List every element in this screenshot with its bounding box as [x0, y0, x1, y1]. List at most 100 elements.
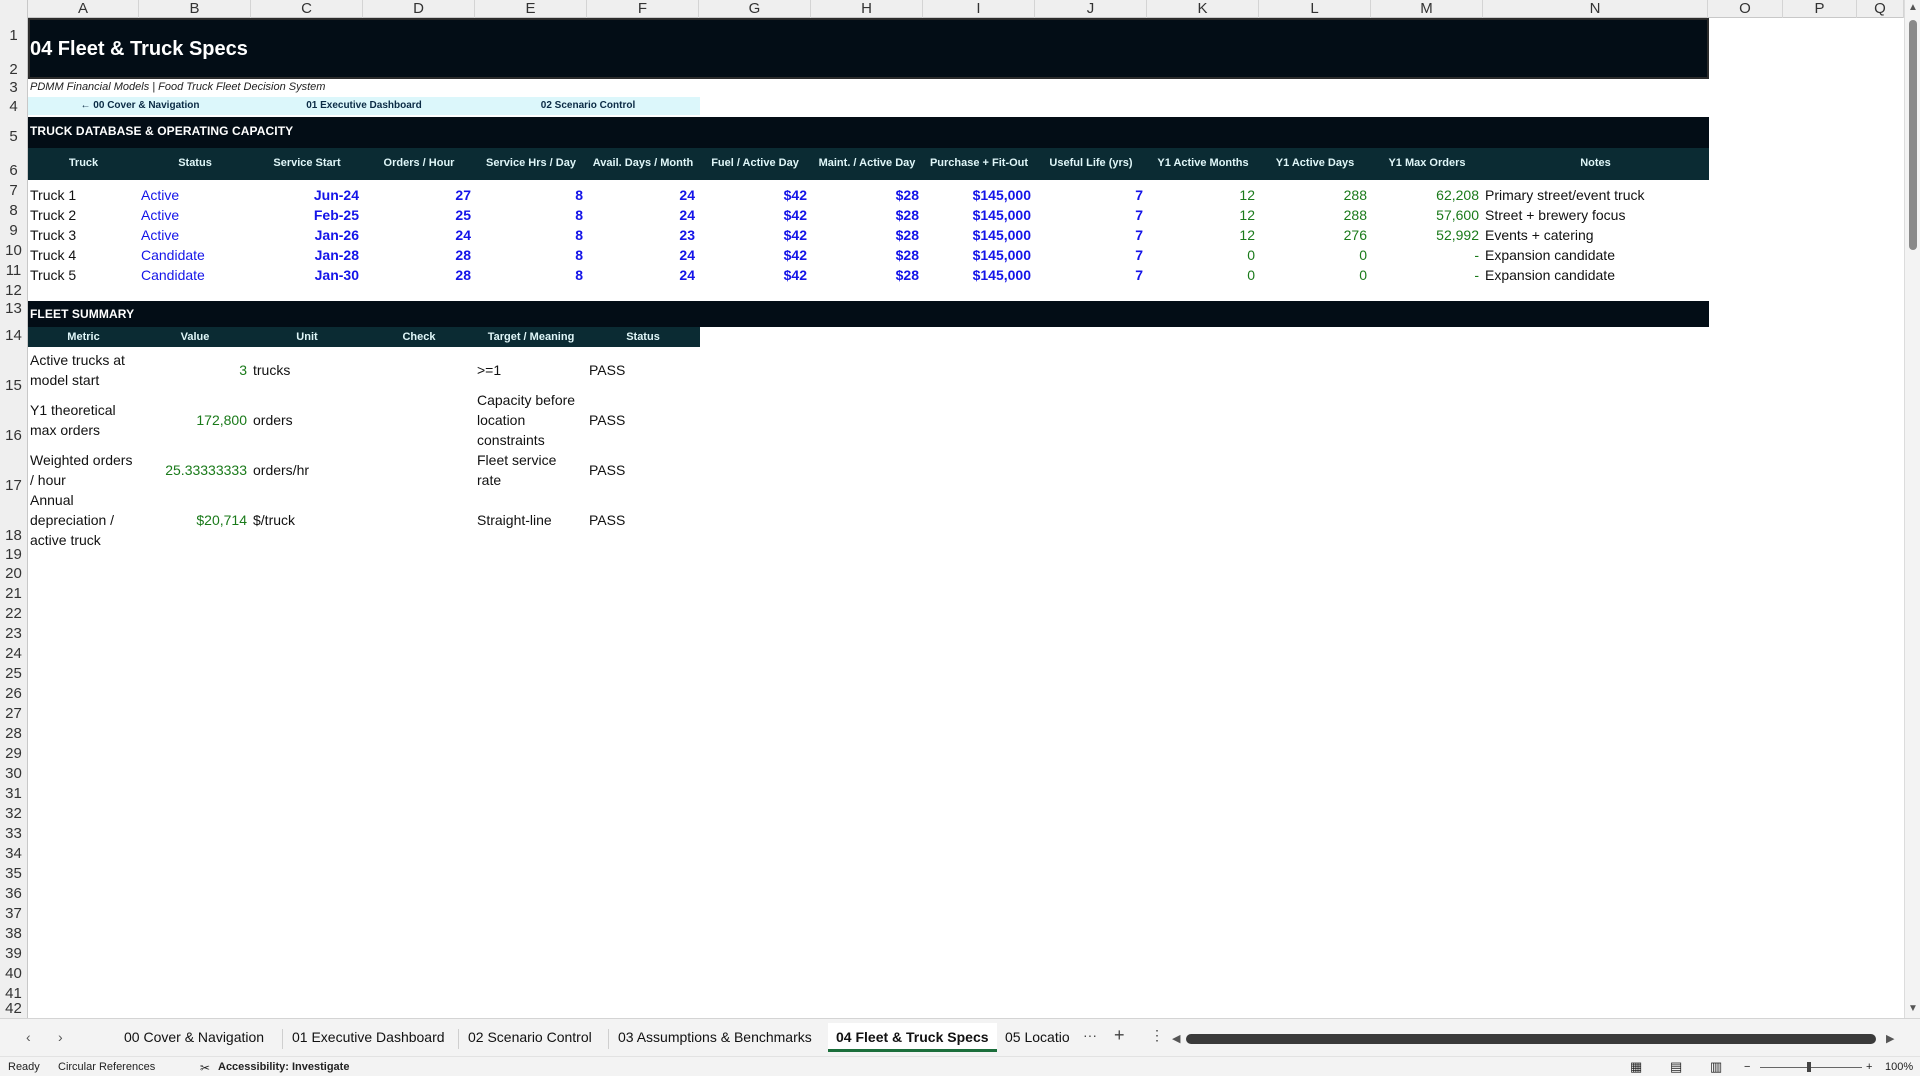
summary-unit-cell[interactable]: orders/hr	[253, 463, 309, 477]
row-header-32[interactable]: 32	[0, 806, 27, 821]
summary-metric-cell[interactable]: Annual depreciation / active truck	[30, 492, 135, 548]
table-cell[interactable]: Feb-25	[251, 208, 359, 222]
table-cell[interactable]: 0	[1259, 248, 1367, 262]
page-break-icon[interactable]: ▥	[1710, 1059, 1722, 1075]
row-header-30[interactable]: 30	[0, 766, 27, 781]
column-header-h[interactable]: H	[811, 0, 923, 18]
zoom-out-icon[interactable]: −	[1744, 1061, 1750, 1073]
column-header-k[interactable]: K	[1147, 0, 1259, 18]
scroll-up-icon[interactable]: ▲	[1908, 2, 1918, 13]
table-cell[interactable]: 7	[1035, 188, 1143, 202]
sheet-tab[interactable]: 01 Executive Dashboard	[292, 1029, 445, 1045]
column-header-q[interactable]: Q	[1857, 0, 1904, 18]
status-accessibility[interactable]: Accessibility: Investigate	[218, 1061, 349, 1073]
row-header-14[interactable]: 14	[0, 328, 27, 343]
column-header-l[interactable]: L	[1259, 0, 1371, 18]
worksheet-grid[interactable]: 04 Fleet & Truck Specs PDMM Financial Mo…	[28, 18, 1904, 1018]
row-header-19[interactable]: 19	[0, 547, 27, 562]
nav-link-cover[interactable]: ← 00 Cover & Navigation	[28, 100, 252, 111]
summary-status-cell[interactable]: PASS	[589, 363, 625, 377]
table-cell[interactable]: $28	[811, 228, 919, 242]
table-cell[interactable]: 24	[587, 208, 695, 222]
column-header-e[interactable]: E	[475, 0, 587, 18]
column-header-m[interactable]: M	[1371, 0, 1483, 18]
sheet-tab[interactable]: 02 Scenario Control	[468, 1029, 592, 1045]
row-header-28[interactable]: 28	[0, 726, 27, 741]
row-header-1[interactable]: 1	[0, 28, 27, 43]
select-all-corner[interactable]	[0, 0, 28, 18]
table-cell[interactable]: 25	[363, 208, 471, 222]
table-cell[interactable]: Primary street/event truck	[1485, 188, 1645, 202]
table-cell[interactable]: 12	[1147, 208, 1255, 222]
sheet-tab[interactable]: 00 Cover & Navigation	[124, 1029, 264, 1045]
table-cell[interactable]: Active	[141, 228, 179, 242]
row-header-21[interactable]: 21	[0, 586, 27, 601]
table-cell[interactable]: Expansion candidate	[1485, 248, 1615, 262]
zoom-slider-thumb[interactable]	[1807, 1062, 1811, 1072]
table-cell[interactable]: 288	[1259, 208, 1367, 222]
row-header-38[interactable]: 38	[0, 926, 27, 941]
table-cell[interactable]: Candidate	[141, 268, 205, 282]
row-header-40[interactable]: 40	[0, 966, 27, 981]
summary-value-cell[interactable]: 3	[139, 363, 247, 377]
row-header-41[interactable]: 41	[0, 986, 27, 1001]
truck-name-cell[interactable]: Truck 4	[30, 248, 76, 262]
sheet-tab[interactable]: 05 Locatio	[1005, 1029, 1070, 1045]
sheet-tab[interactable]: 04 Fleet & Truck Specs	[828, 1023, 997, 1052]
summary-unit-cell[interactable]: $/truck	[253, 513, 295, 527]
sheet-tab[interactable]: 03 Assumptions & Benchmarks	[618, 1029, 812, 1045]
row-header-34[interactable]: 34	[0, 846, 27, 861]
table-cell[interactable]: 276	[1259, 228, 1367, 242]
row-header-42[interactable]: 42	[0, 1001, 27, 1016]
table-cell[interactable]: 52,992	[1371, 228, 1479, 242]
table-cell[interactable]: 24	[587, 268, 695, 282]
truck-name-cell[interactable]: Truck 5	[30, 268, 76, 282]
table-cell[interactable]: 8	[475, 208, 583, 222]
table-cell[interactable]: Jan-30	[251, 268, 359, 282]
table-cell[interactable]: 12	[1147, 188, 1255, 202]
vertical-scroll-thumb[interactable]	[1909, 20, 1917, 250]
table-cell[interactable]: 7	[1035, 248, 1143, 262]
truck-name-cell[interactable]: Truck 3	[30, 228, 76, 242]
summary-metric-cell[interactable]: Active trucks at model start	[30, 345, 135, 395]
row-header-25[interactable]: 25	[0, 666, 27, 681]
row-header-22[interactable]: 22	[0, 606, 27, 621]
row-header-31[interactable]: 31	[0, 786, 27, 801]
table-cell[interactable]: 8	[475, 248, 583, 262]
zoom-level[interactable]: 100%	[1885, 1061, 1913, 1073]
row-header-29[interactable]: 29	[0, 746, 27, 761]
row-header-2[interactable]: 2	[0, 62, 27, 77]
table-cell[interactable]: 0	[1259, 268, 1367, 282]
table-cell[interactable]: Candidate	[141, 248, 205, 262]
scroll-down-icon[interactable]: ▼	[1908, 1003, 1918, 1014]
table-cell[interactable]: 8	[475, 268, 583, 282]
table-cell[interactable]: Street + brewery focus	[1485, 208, 1625, 222]
summary-unit-cell[interactable]: trucks	[253, 363, 290, 377]
column-header-i[interactable]: I	[923, 0, 1035, 18]
sheet-options-icon[interactable]: ⋮	[1150, 1027, 1164, 1044]
table-cell[interactable]: 24	[587, 248, 695, 262]
summary-value-cell[interactable]: 25.33333333	[139, 463, 247, 477]
table-cell[interactable]: $145,000	[923, 268, 1031, 282]
truck-name-cell[interactable]: Truck 1	[30, 188, 76, 202]
tab-prev-icon[interactable]: ‹	[26, 1029, 31, 1045]
summary-status-cell[interactable]: PASS	[589, 413, 625, 427]
column-header-n[interactable]: N	[1483, 0, 1708, 18]
table-cell[interactable]: Active	[141, 208, 179, 222]
table-cell[interactable]: 12	[1147, 228, 1255, 242]
row-header-35[interactable]: 35	[0, 866, 27, 881]
summary-target-cell[interactable]: Straight-line	[477, 495, 583, 545]
table-cell[interactable]: Active	[141, 188, 179, 202]
row-header-39[interactable]: 39	[0, 946, 27, 961]
summary-target-cell[interactable]: Capacity before location constraints	[477, 392, 583, 448]
tab-next-icon[interactable]: ›	[58, 1029, 63, 1045]
summary-value-cell[interactable]: 172,800	[139, 413, 247, 427]
table-cell[interactable]: $28	[811, 188, 919, 202]
row-header-12[interactable]: 12	[0, 283, 27, 298]
table-cell[interactable]: 27	[363, 188, 471, 202]
column-header-f[interactable]: F	[587, 0, 699, 18]
row-header-16[interactable]: 16	[0, 428, 27, 443]
column-header-p[interactable]: P	[1783, 0, 1857, 18]
column-header-d[interactable]: D	[363, 0, 475, 18]
table-cell[interactable]: $28	[811, 248, 919, 262]
